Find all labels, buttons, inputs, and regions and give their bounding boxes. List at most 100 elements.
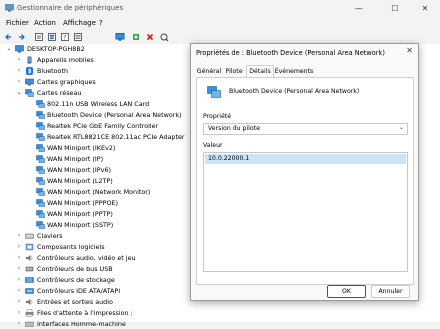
- tree-item-label: Realtek RTL8821CE 802.11ac PCIe Adapter: [47, 133, 185, 141]
- tree-item-label: WAN Miniport (L2TP): [47, 177, 113, 185]
- property-select[interactable]: Version du pilote ⌄: [203, 123, 408, 135]
- tree-item-label: WAN Miniport (PPPOE): [47, 199, 119, 207]
- add-driver-icon[interactable]: [131, 32, 141, 42]
- tree-item-label: Bluetooth Device (Personal Area Network): [47, 111, 182, 119]
- tree-item-label: Files d'attente à l'impression :: [37, 309, 133, 317]
- dialog-title: Propriétés de : Bluetooth Device (Person…: [196, 49, 385, 57]
- tree-item-label: Bluetooth: [37, 67, 69, 75]
- expand-chevron-icon[interactable]: ›: [16, 253, 22, 263]
- tree-item-label: Realtek PCIe GbE Family Controller: [47, 122, 159, 130]
- chevron-down-icon: ⌄: [398, 124, 404, 131]
- expand-chevron-icon[interactable]: ›: [16, 275, 22, 285]
- tree-item-label: WAN Miniport (IPv6): [47, 166, 111, 174]
- network-adapter-icon: [207, 86, 221, 98]
- menu-action[interactable]: Action: [34, 19, 56, 27]
- expand-chevron-icon[interactable]: ›: [16, 231, 22, 241]
- printer-icon: [25, 309, 34, 317]
- tree-item-label: Contrôleurs IDE ATA/ATAPI: [37, 287, 121, 295]
- forward-icon[interactable]: [16, 32, 26, 42]
- tree-item-label: WAN Miniport (IP): [47, 155, 104, 163]
- tree-item-label: Contrôleurs de bus USB: [37, 265, 113, 273]
- uninstall-icon[interactable]: [145, 32, 155, 42]
- collapse-chevron-icon[interactable]: ⌄: [6, 44, 12, 54]
- expand-chevron-icon[interactable]: ›: [16, 66, 22, 76]
- tab-evenements[interactable]: Événements: [274, 66, 314, 77]
- value-list[interactable]: 10.0.22000.1: [203, 152, 408, 272]
- property-label: Propriété: [203, 113, 232, 120]
- back-icon[interactable]: [4, 32, 14, 42]
- properties-dialog: Propriétés de : Bluetooth Device (Person…: [190, 43, 419, 301]
- tree-item-label: Contrôleurs audio, vidéo et jeu: [37, 254, 136, 262]
- monitor-icon[interactable]: [115, 32, 125, 42]
- storage-controller-icon: [25, 277, 34, 283]
- minimize-button[interactable]: —: [344, 1, 374, 16]
- tree-item-label: Composants logiciels: [37, 243, 105, 251]
- tree-item-label: WAN Miniport (PPTP): [47, 210, 113, 218]
- tree-item-label: WAN Miniport (IKEv2): [47, 144, 116, 152]
- collapse-chevron-icon[interactable]: ⌄: [16, 88, 22, 98]
- keyboard-icon: [25, 233, 34, 239]
- device-manager-icon: [5, 4, 14, 12]
- tree-item-label: Cartes graphiques: [37, 78, 96, 86]
- value-list-item-selected[interactable]: 10.0.22000.1: [205, 154, 406, 164]
- network-adapter-icon: [36, 177, 45, 185]
- tree-item-label: Appareils mobiles: [37, 56, 94, 64]
- details-panel: Bluetooth Device (Personal Area Network)…: [196, 77, 414, 285]
- details-icon[interactable]: [47, 32, 57, 42]
- properties-icon[interactable]: [34, 32, 44, 42]
- menu-fichier[interactable]: Fichier: [6, 19, 29, 27]
- tree-item-label: 802.11n USB Wireless LAN Card: [47, 100, 150, 108]
- value-label: Valeur: [203, 142, 223, 149]
- expand-chevron-icon[interactable]: ›: [16, 308, 22, 318]
- ok-button[interactable]: OK: [327, 285, 366, 298]
- expand-chevron-icon[interactable]: ›: [16, 319, 22, 329]
- expand-chevron-icon[interactable]: ›: [16, 77, 22, 87]
- scan-icon[interactable]: [159, 32, 169, 42]
- mobile-device-icon: [27, 56, 32, 64]
- ide-controller-icon: [25, 288, 34, 294]
- bluetooth-icon: [26, 67, 33, 75]
- tab-general[interactable]: Général: [196, 66, 222, 77]
- network-adapter-icon: [36, 100, 45, 108]
- network-adapter-icon: [36, 155, 45, 163]
- title-bar: Gestionnaire de périphériques — ☐ ✕: [0, 0, 440, 17]
- tab-pilote[interactable]: Pilote: [224, 66, 244, 77]
- window-title: Gestionnaire de périphériques: [17, 4, 124, 12]
- tree-item-label: WAN Miniport (SSTP): [47, 221, 114, 229]
- tree-item-label: Interfaces Homme-machine: [37, 320, 126, 328]
- network-adapter-icon: [36, 221, 45, 229]
- tree-item-label: Entrées et sorties audio: [37, 298, 113, 306]
- network-adapter-icon: [36, 199, 45, 207]
- help-icon[interactable]: ?: [60, 32, 70, 42]
- hid-icon: [25, 321, 34, 327]
- software-component-icon: [25, 243, 34, 251]
- expand-chevron-icon[interactable]: ›: [16, 242, 22, 252]
- network-adapter-icon: [36, 111, 45, 119]
- expand-chevron-icon[interactable]: ›: [16, 264, 22, 274]
- expand-chevron-icon[interactable]: ›: [16, 55, 22, 65]
- network-adapter-icon: [36, 188, 45, 196]
- tree-item-label: Claviers: [37, 232, 63, 240]
- cancel-button[interactable]: Annuler: [371, 285, 410, 298]
- network-adapter-icon: [36, 122, 45, 130]
- speaker-icon: [26, 255, 33, 261]
- network-adapter-icon: [36, 166, 45, 174]
- menu-affichage[interactable]: Affichage: [63, 19, 96, 27]
- menu-bar: Fichier Action Affichage ?: [0, 17, 440, 30]
- dialog-close-button[interactable]: ✕: [406, 46, 413, 55]
- menu-help[interactable]: ?: [99, 19, 103, 27]
- value-item-text: 10.0.22000.1: [208, 155, 250, 162]
- usb-icon: [25, 266, 34, 272]
- network-adapter-icon: [36, 144, 45, 152]
- device-name: Bluetooth Device (Personal Area Network): [229, 88, 360, 95]
- maximize-button[interactable]: ☐: [380, 1, 410, 16]
- close-button[interactable]: ✕: [410, 1, 440, 16]
- list-icon[interactable]: [73, 32, 83, 42]
- expand-chevron-icon[interactable]: ›: [16, 286, 22, 296]
- computer-icon: [15, 45, 24, 53]
- tree-item-label: WAN Miniport (Network Monitor): [47, 188, 151, 196]
- network-adapter-icon: [25, 89, 34, 97]
- expand-chevron-icon[interactable]: ›: [16, 297, 22, 307]
- svg-text:?: ?: [63, 35, 66, 42]
- network-adapter-icon: [36, 210, 45, 218]
